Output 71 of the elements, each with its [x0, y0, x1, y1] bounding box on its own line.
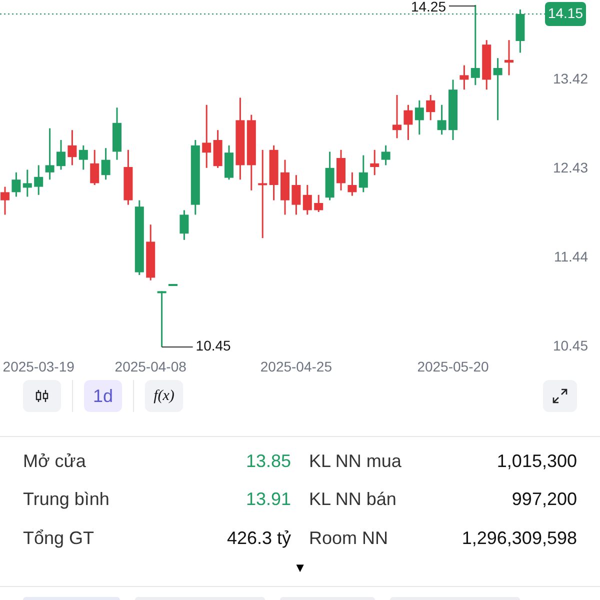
stat-value: 997,200 [512, 488, 577, 512]
stat-value: 1,015,300 [496, 450, 577, 473]
candle [146, 224, 156, 280]
candle [112, 108, 122, 160]
stat-label: Mở cửa [23, 450, 86, 473]
stat-label: Room NN [309, 526, 388, 550]
candle [90, 150, 100, 185]
indicator-button[interactable]: f(x) [145, 380, 183, 412]
candle [414, 100, 424, 135]
interval-button[interactable]: 1d [84, 380, 122, 412]
stat-value: 426.3 tỷ [226, 526, 291, 550]
candle [448, 80, 458, 140]
candle [22, 170, 32, 197]
candle [68, 130, 77, 166]
stat-label: KL NN mua [309, 450, 402, 473]
candle [370, 150, 380, 176]
candle [202, 104, 212, 168]
date-axis-label: 2025-03-19 [2, 358, 74, 375]
date-axis-label: 2025-04-25 [260, 358, 332, 375]
candle [314, 194, 324, 212]
candle [78, 145, 88, 170]
candle [504, 40, 514, 76]
candle [0, 186, 10, 215]
date-axis-label: 2025-05-20 [417, 358, 489, 375]
stat-label: KL NN bán [309, 488, 396, 512]
expand-icon [552, 388, 568, 404]
candle [280, 160, 290, 215]
candle [392, 95, 402, 138]
price-axis-label: 12.43 [552, 160, 588, 176]
candle [56, 140, 66, 170]
leader-line [161, 346, 194, 348]
candle [437, 104, 446, 135]
candle [180, 210, 189, 240]
stat-label: Tổng GT [23, 526, 94, 550]
price-axis-label: 10.45 [552, 338, 588, 354]
high-price-label: 14.25 [410, 0, 446, 15]
candle [482, 40, 492, 90]
candle [404, 104, 413, 140]
low-price-label: 10.45 [196, 338, 231, 354]
candle [493, 58, 502, 120]
candlestick-icon [35, 389, 49, 403]
candle [358, 155, 368, 192]
candle [516, 10, 525, 53]
candle [325, 152, 334, 200]
candle [101, 148, 110, 180]
candle [336, 150, 346, 190]
candle [157, 291, 166, 347]
stat-value: 1,296,309,598 [462, 526, 577, 550]
candle [45, 128, 54, 180]
candle [224, 145, 234, 180]
candle [34, 165, 44, 195]
candle [124, 150, 133, 205]
last-price-tag: 14.15 [545, 2, 586, 26]
candle [302, 185, 312, 215]
candle [292, 175, 301, 215]
date-axis-label: 2025-04-08 [114, 358, 186, 375]
fullscreen-button[interactable] [543, 380, 577, 412]
candle [269, 145, 278, 200]
stat-value: 13.91 [246, 488, 291, 512]
candle [12, 172, 21, 197]
candle [381, 145, 390, 166]
candle [213, 130, 222, 168]
chart-type-button[interactable] [23, 380, 61, 412]
price-axis-label: 13.42 [552, 70, 588, 86]
stat-value: 13.85 [246, 450, 291, 473]
candle [460, 65, 469, 90]
expand-toggle[interactable]: ▼ [294, 561, 306, 574]
candle [426, 95, 436, 120]
price-axis-label: 11.44 [554, 248, 588, 265]
candle [348, 172, 357, 196]
stat-label: Trung bình [23, 488, 110, 512]
